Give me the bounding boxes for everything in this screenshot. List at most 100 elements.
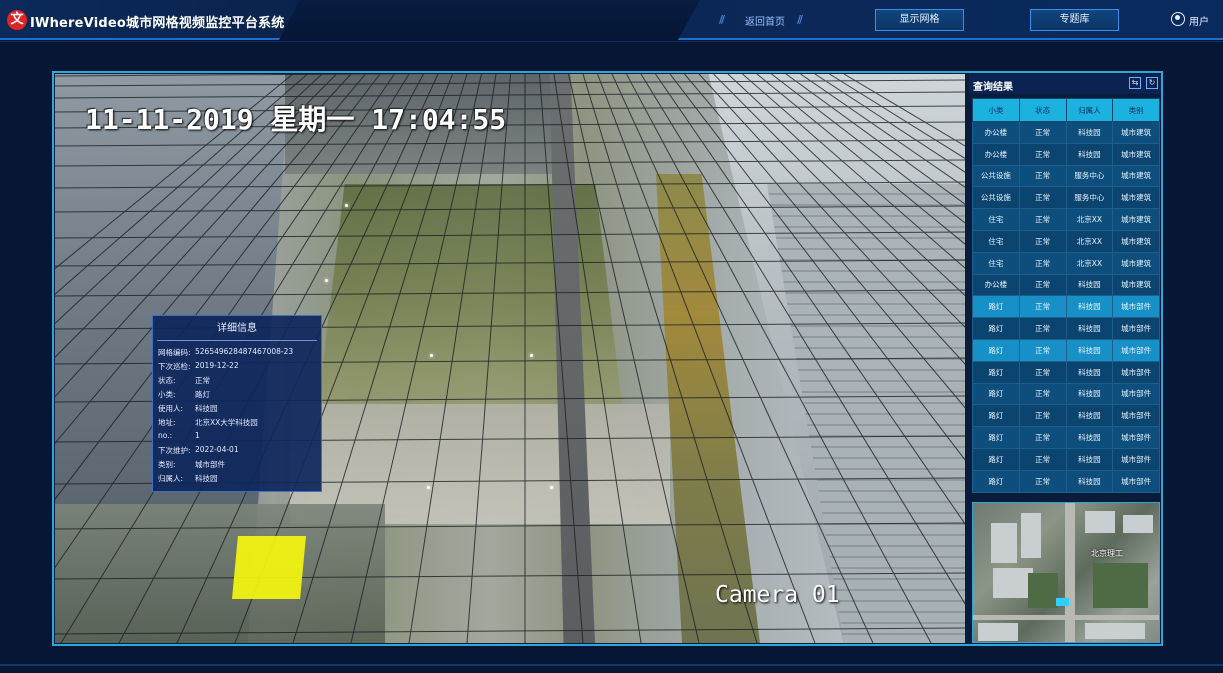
detail-value: 北京XX大学科技园: [195, 418, 258, 427]
table-cell: 城市部件: [1112, 447, 1160, 471]
table-cell: 科技园: [1065, 469, 1114, 493]
title-plate: 文 IWhereVideo城市网格视频监控平台系统: [0, 0, 300, 40]
table-cell: 正常: [1018, 208, 1067, 231]
table-cell: 科技园: [1065, 426, 1114, 449]
table-column-header[interactable]: 小类: [972, 98, 1020, 122]
detail-value: 科技园: [195, 404, 218, 413]
minimap-building: [993, 568, 1033, 598]
table-row[interactable]: 路灯 正常 科技园 城市部件: [972, 360, 1160, 384]
back-home-link[interactable]: 返回首页: [745, 13, 785, 28]
table-cell: 北京XX: [1065, 229, 1114, 253]
table-row[interactable]: 路灯 正常 科技园 城市部件: [972, 447, 1160, 471]
table-cell: 北京XX: [1065, 208, 1114, 231]
table-cell: 路灯: [972, 426, 1020, 449]
street-lamp: [325, 279, 328, 282]
detail-row: 小类: 路灯: [153, 389, 321, 403]
table-cell: 路灯: [972, 338, 1020, 362]
user-icon[interactable]: [1171, 12, 1185, 26]
table-cell: 路灯: [972, 360, 1020, 384]
table-row[interactable]: 路灯 正常 科技园 城市部件: [972, 404, 1160, 428]
detail-value: 526549628487467008-23: [195, 347, 294, 356]
table-row[interactable]: 公共设施 正常 服务中心 城市建筑: [972, 164, 1160, 188]
table-row[interactable]: 公共设施 正常 服务中心 城市建筑: [972, 186, 1160, 210]
table-cell: 正常: [1018, 273, 1067, 297]
table-body: 办公楼 正常 科技园 城市建筑 办公楼 正常 科技园 城市建筑 公共设施 正常 服务中心 城市建筑 公共…: [972, 121, 1160, 493]
table-cell: 正常: [1018, 142, 1067, 166]
table-cell: 城市部件: [1112, 360, 1160, 384]
table-row[interactable]: 办公楼 正常 科技园 城市建筑: [972, 273, 1160, 297]
table-cell: 正常: [1018, 426, 1067, 449]
detail-popup: 详细信息 网格编码: 526549628487467008-23 下次巡检: 2019…: [152, 315, 322, 492]
table-row[interactable]: 路灯 正常 科技园 城市部件: [972, 317, 1160, 340]
detail-value: 1: [195, 431, 200, 440]
detail-key: 地址:: [158, 418, 176, 427]
detail-key: 状态:: [158, 376, 176, 385]
table-row[interactable]: 路灯 正常 科技园 城市部件: [972, 426, 1160, 449]
show-grid-button[interactable]: 显示网格: [875, 9, 964, 31]
table-cell: 科技园: [1065, 338, 1114, 362]
table-cell: 科技园: [1065, 404, 1114, 428]
table-row[interactable]: 路灯 正常 科技园 城市部件: [972, 338, 1160, 362]
table-row[interactable]: 住宅 正常 北京XX 城市建筑: [972, 229, 1160, 253]
table-cell: 办公楼: [972, 273, 1020, 297]
table-cell: 城市部件: [1112, 426, 1160, 449]
table-row[interactable]: 路灯 正常 科技园 城市部件: [972, 382, 1160, 406]
topic-library-button[interactable]: 专题库: [1030, 9, 1119, 31]
table-cell: 正常: [1018, 186, 1067, 210]
table-cell: 公共设施: [972, 164, 1020, 188]
table-cell: 城市部件: [1112, 295, 1160, 319]
table-cell: 城市建筑: [1112, 121, 1160, 144]
minimap-place-label: 北京理工: [1091, 549, 1123, 558]
table-cell: 正常: [1018, 121, 1067, 144]
table-row[interactable]: 路灯 正常 科技园 城市部件: [972, 295, 1160, 319]
minimap[interactable]: 北京理工: [972, 502, 1160, 643]
table-cell: 住宅: [972, 208, 1020, 231]
table-cell: 服务中心: [1065, 186, 1114, 210]
detail-value: 2022-04-01: [195, 445, 239, 454]
minimap-green-area: [1093, 563, 1148, 608]
street-lamp: [345, 204, 348, 207]
street-lamp: [430, 354, 433, 357]
detail-row: 归属人: 科技园: [153, 473, 321, 487]
slash-decoration-icon: //: [797, 13, 803, 26]
table-cell: 正常: [1018, 317, 1067, 340]
detail-row: no.: 1: [153, 431, 321, 445]
table-cell: 路灯: [972, 447, 1020, 471]
table-row[interactable]: 路灯 正常 科技园 城市部件: [972, 469, 1160, 493]
table-column-header[interactable]: 类别: [1112, 98, 1160, 122]
minimap-camera-marker[interactable]: [1056, 598, 1069, 606]
selected-grid-cell[interactable]: [232, 536, 306, 599]
swap-icon[interactable]: ⇆: [1129, 77, 1141, 89]
street-lamp: [427, 486, 430, 489]
refresh-icon[interactable]: ↻: [1146, 77, 1158, 89]
user-label[interactable]: 用户: [1189, 13, 1209, 28]
detail-row: 下次维护: 2022-04-01: [153, 445, 321, 459]
table-cell: 正常: [1018, 164, 1067, 188]
minimap-building: [1085, 623, 1145, 639]
table-column-header[interactable]: 归属人: [1065, 98, 1114, 122]
query-panel-title: 查询结果: [973, 82, 1013, 93]
table-row[interactable]: 住宅 正常 北京XX 城市建筑: [972, 208, 1160, 231]
table-row[interactable]: 住宅 正常 北京XX 城市建筑: [972, 251, 1160, 275]
table-column-header[interactable]: 状态: [1018, 98, 1067, 122]
table-cell: 正常: [1018, 338, 1067, 362]
table-row[interactable]: 办公楼 正常 科技园 城市建筑: [972, 121, 1160, 144]
minimap-building: [1021, 513, 1041, 558]
table-cell: 科技园: [1065, 273, 1114, 297]
table-cell: 科技园: [1065, 360, 1114, 384]
street-lamp: [550, 486, 553, 489]
video-timestamp: 11-11-2019 星期一 17:04:55: [85, 103, 507, 136]
table-cell: 正常: [1018, 251, 1067, 275]
table-cell: 路灯: [972, 469, 1020, 493]
detail-key: 下次维护:: [158, 446, 191, 455]
detail-value: 城市部件: [195, 460, 225, 469]
detail-rows: 网格编码: 526549628487467008-23 下次巡检: 2019-12-2…: [153, 341, 321, 487]
table-cell: 正常: [1018, 447, 1067, 471]
table-cell: 办公楼: [972, 121, 1020, 144]
detail-value: 2019-12-22: [195, 361, 239, 370]
query-panel-header: 查询结果 ⇆ ↻: [969, 74, 1161, 94]
table-row[interactable]: 办公楼 正常 科技园 城市建筑: [972, 142, 1160, 166]
table-cell: 正常: [1018, 229, 1067, 253]
table-cell: 公共设施: [972, 186, 1020, 210]
detail-value: 路灯: [195, 390, 210, 399]
